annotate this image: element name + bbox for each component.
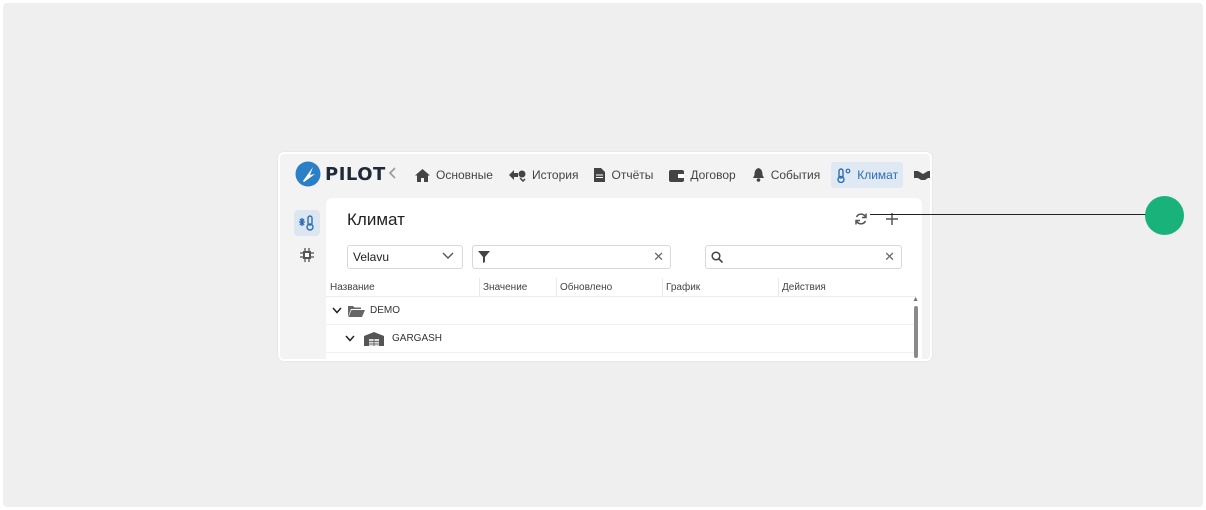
climate-icon — [299, 215, 314, 231]
thermometer-icon — [837, 167, 851, 183]
bell-icon — [752, 168, 764, 182]
scroll-up-arrow-icon[interactable]: ▲ — [912, 296, 919, 303]
scrollbar-thumb[interactable] — [914, 306, 918, 358]
warehouse-icon — [364, 331, 384, 346]
sidebar-item-climate[interactable] — [294, 210, 320, 236]
handshake-icon — [914, 171, 930, 180]
clear-filter-icon[interactable]: ✕ — [653, 250, 664, 264]
device-type-select[interactable]: Velavu — [347, 245, 463, 269]
column-divider — [556, 278, 557, 296]
wallet-icon — [669, 169, 685, 182]
clear-search-icon[interactable]: ✕ — [884, 250, 895, 264]
tab-main[interactable]: Основные — [410, 162, 498, 188]
column-header[interactable]: Обновлено — [560, 282, 612, 293]
home-icon — [415, 168, 430, 182]
tab-label: Договор — [690, 168, 736, 182]
logo[interactable]: PILOT — [295, 161, 386, 187]
table-row[interactable]: DEMO — [326, 297, 916, 325]
app-window: PILOT Основные История Отчёты Договор Со… — [278, 152, 932, 361]
column-header[interactable]: Действия — [782, 282, 826, 293]
tab-partners[interactable] — [909, 162, 930, 188]
folder-open-icon — [348, 305, 365, 317]
tab-history[interactable]: История — [504, 162, 584, 188]
table-header: Название Значение Обновлено График Дейст… — [326, 278, 916, 297]
search-icon — [711, 251, 723, 263]
chevron-left-icon[interactable] — [388, 166, 402, 182]
page-title: Климат — [347, 210, 405, 229]
row-label: DEMO — [370, 305, 400, 316]
pilot-logo-icon — [295, 161, 321, 187]
refresh-icon[interactable] — [854, 212, 868, 226]
column-header[interactable]: Название — [330, 282, 375, 293]
tab-reports[interactable]: Отчёты — [589, 162, 658, 188]
history-icon — [508, 169, 526, 182]
tab-label: История — [531, 168, 579, 182]
chip-icon — [300, 248, 314, 262]
row-label: GARGASH — [392, 333, 443, 344]
logo-text: PILOT — [325, 163, 386, 185]
report-icon — [594, 168, 606, 182]
callout-line — [870, 214, 1148, 215]
column-divider — [479, 278, 480, 296]
column-header[interactable]: График — [666, 282, 700, 293]
tab-label: Отчёты — [611, 168, 654, 182]
column-divider — [778, 278, 779, 296]
top-navigation: PILOT Основные История Отчёты Договор Со… — [280, 154, 930, 194]
callout-marker — [1145, 196, 1184, 235]
tab-events[interactable]: События — [747, 162, 826, 188]
tab-label: Основные — [436, 168, 493, 182]
main-tabs: Основные История Отчёты Договор События … — [410, 162, 930, 188]
column-header[interactable]: Значение — [483, 282, 527, 293]
filter-icon — [478, 251, 490, 263]
table-row[interactable]: GARGASH — [326, 325, 916, 353]
tab-contract[interactable]: Договор — [664, 162, 740, 188]
chevron-down-icon[interactable] — [345, 335, 355, 342]
sidebar-item-devices[interactable] — [294, 242, 320, 268]
search-input[interactable]: ✕ — [705, 245, 902, 269]
tab-label: События — [770, 168, 821, 182]
tab-climate[interactable]: Климат — [831, 162, 904, 188]
chevron-down-icon — [442, 252, 454, 259]
tab-label: Климат — [857, 168, 899, 182]
climate-panel: Климат Velavu ✕ ✕ Название Значение Обно… — [326, 198, 922, 359]
chevron-down-icon[interactable] — [332, 307, 342, 314]
column-divider — [662, 278, 663, 296]
filter-input[interactable]: ✕ — [472, 245, 671, 269]
select-value: Velavu — [353, 250, 390, 264]
